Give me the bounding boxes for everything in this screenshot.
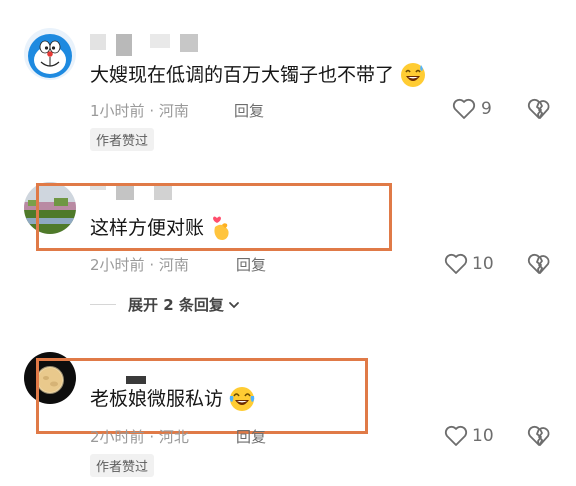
- dislike-broken-heart-icon[interactable]: [527, 253, 551, 275]
- comment-time: 2小时前: [90, 428, 145, 446]
- username-mosaic[interactable]: [90, 34, 198, 56]
- expand-divider: [90, 304, 116, 305]
- laugh-cry-emoji-icon: [229, 386, 255, 412]
- comment-text: 老板娘微服私访: [90, 388, 224, 410]
- author-liked-badge: 作者赞过: [90, 128, 155, 151]
- like-count: 10: [472, 254, 494, 274]
- reply-button[interactable]: 回复: [236, 426, 266, 447]
- dislike-broken-heart-icon[interactable]: [527, 98, 551, 120]
- heart-icon[interactable]: [444, 425, 468, 447]
- laugh-sweat-emoji-icon: [400, 62, 426, 88]
- expand-replies-label: 展开 2 条回复: [128, 296, 224, 314]
- comment-body[interactable]: 老板娘微服私访: [90, 386, 255, 412]
- meta-separator: ·: [149, 428, 155, 446]
- comment-text: 大嫂现在低调的百万大镯子也不带了: [90, 64, 395, 86]
- chevron-down-icon: [228, 300, 240, 310]
- comment-location: 河南: [158, 102, 189, 120]
- reply-button[interactable]: 回复: [234, 100, 264, 121]
- author-liked-badge: 作者赞过: [90, 454, 155, 477]
- heart-icon[interactable]: [452, 98, 476, 120]
- comment-text: 这样方便对账: [90, 217, 205, 239]
- comment-list: 大嫂现在低调的百万大镯子也不带了 1小时前 · 河南 回复 9 作者赞过 这样方…: [0, 0, 576, 486]
- expand-replies-button[interactable]: 展开 2 条回复: [90, 294, 240, 315]
- comment-meta: 2小时前 · 河北: [90, 426, 189, 447]
- comment-time: 2小时前: [90, 256, 145, 274]
- heart-icon[interactable]: [444, 253, 468, 275]
- like-count: 9: [481, 99, 492, 119]
- doraemon-avatar[interactable]: [24, 28, 76, 80]
- like-count: 10: [472, 426, 494, 446]
- comment-meta: 1小时前 · 河南: [90, 100, 189, 121]
- comment-location: 河北: [158, 428, 189, 446]
- dislike-broken-heart-icon[interactable]: [527, 425, 551, 447]
- meta-separator: ·: [149, 256, 155, 274]
- comment-time: 1小时前: [90, 102, 145, 120]
- comment-body[interactable]: 大嫂现在低调的百万大镯子也不带了: [90, 62, 426, 88]
- comment-meta: 2小时前 · 河南: [90, 254, 189, 275]
- meta-separator: ·: [149, 102, 155, 120]
- finger-heart-emoji-icon: [210, 214, 232, 242]
- comment-location: 河南: [158, 256, 189, 274]
- comment-body[interactable]: 这样方便对账: [90, 214, 232, 242]
- reply-button[interactable]: 回复: [236, 254, 266, 275]
